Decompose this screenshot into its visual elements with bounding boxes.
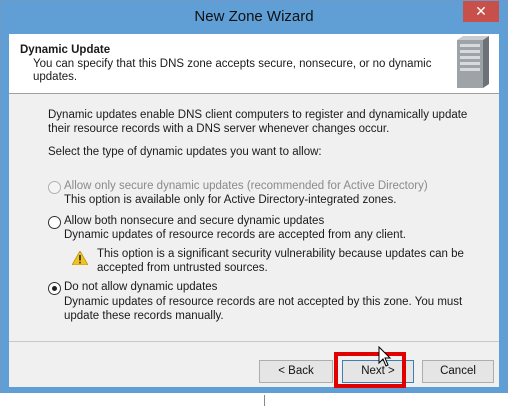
- footer-divider: [9, 341, 499, 342]
- mouse-pointer-icon: [378, 346, 392, 367]
- background-strip: [0, 393, 508, 406]
- radio-no-updates[interactable]: [48, 282, 61, 295]
- page-title: Dynamic Update: [20, 44, 111, 56]
- wizard-header: Dynamic Update You can specify that this…: [9, 34, 499, 94]
- wizard-content: Dynamic Update You can specify that this…: [9, 34, 499, 387]
- window-title: New Zone Wizard: [194, 8, 314, 25]
- option-label: Allow only secure dynamic updates (recom…: [64, 180, 428, 192]
- option-label[interactable]: Do not allow dynamic updates: [64, 281, 217, 293]
- option-description: This option is available only for Active…: [64, 194, 397, 206]
- option-label[interactable]: Allow both nonsecure and secure dynamic …: [64, 215, 324, 227]
- select-prompt: Select the type of dynamic updates you w…: [48, 146, 322, 158]
- server-icon: [457, 36, 489, 88]
- radio-secure-only: [48, 181, 61, 194]
- wizard-window: New Zone Wizard ✕ Dynamic Update You can…: [0, 0, 508, 406]
- close-button[interactable]: ✕: [463, 1, 499, 22]
- option-description: Dynamic updates of resource records are …: [64, 229, 406, 241]
- title-bar[interactable]: New Zone Wizard ✕: [1, 1, 507, 34]
- back-button[interactable]: < Back: [259, 360, 333, 383]
- next-button-highlight: [334, 352, 406, 388]
- warning-icon: [72, 251, 88, 265]
- cancel-button[interactable]: Cancel: [422, 360, 494, 383]
- option-description: Dynamic updates of resource records are …: [64, 296, 463, 322]
- radio-selected-dot: [52, 286, 57, 291]
- page-description: You can specify that this DNS zone accep…: [33, 58, 432, 83]
- warning-text: This option is a significant security vu…: [97, 248, 464, 274]
- intro-text: Dynamic updates enable DNS client comput…: [48, 109, 468, 135]
- radio-nonsecure-and-secure[interactable]: [48, 216, 61, 229]
- divider-mark: [264, 395, 265, 406]
